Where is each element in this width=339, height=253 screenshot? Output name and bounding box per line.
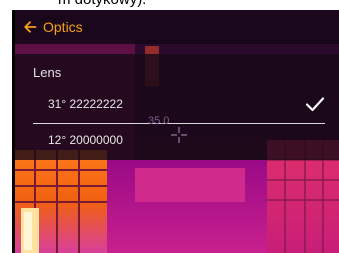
lens-option-label: 12° 20000000 (48, 133, 123, 147)
document-caption-fragment: m dotykowy). (0, 0, 339, 10)
section-label-lens: Lens (33, 65, 62, 80)
lens-panel: Lens 31° 22222222 12° 20000000 (15, 54, 339, 160)
checkmark-icon (305, 97, 325, 112)
caption-text: m dotykowy). (58, 0, 146, 8)
thermal-camera-screen: Optics Lens 31° 22222222 12° 20000000 35… (15, 10, 339, 253)
spot-temperature-reading: 35.0 (148, 115, 170, 127)
arrow-left-icon (24, 21, 37, 33)
page-title: Optics (43, 19, 83, 35)
top-bar: Optics (15, 10, 339, 44)
back-button[interactable] (15, 14, 45, 40)
lens-option-label: 31° 22222222 (48, 97, 123, 111)
crosshair-icon (171, 127, 187, 143)
lens-option-1[interactable]: 31° 22222222 (15, 88, 339, 122)
